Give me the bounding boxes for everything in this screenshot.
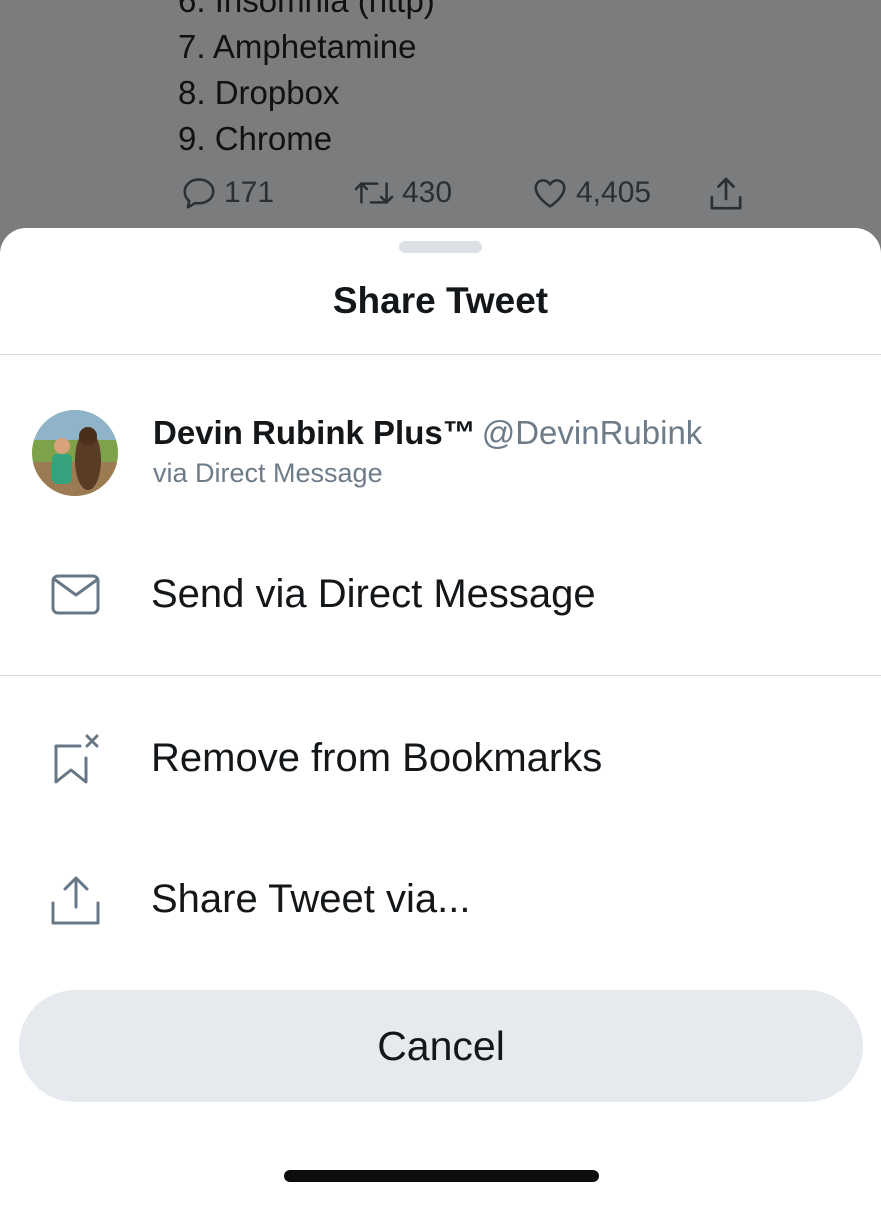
tweet-list-item: 6. Insomnia (http) — [178, 0, 435, 19]
retweet-button[interactable]: 430 — [352, 174, 452, 212]
reply-icon — [183, 178, 215, 209]
reply-button[interactable]: 171 — [180, 174, 274, 212]
share-icon — [710, 177, 742, 210]
send-via-dm-option[interactable]: Send via Direct Message — [0, 550, 881, 640]
tweet-list-item: 8. Dropbox — [178, 74, 340, 111]
like-button[interactable]: 4,405 — [530, 174, 651, 212]
cancel-button[interactable]: Cancel — [19, 990, 863, 1102]
tweet-actions: 171 430 4,405 — [0, 174, 881, 216]
avatar — [32, 410, 118, 496]
retweet-count: 430 — [402, 176, 453, 209]
reply-count: 171 — [224, 176, 275, 209]
contact-subtitle: via Direct Message — [153, 458, 383, 488]
contact-handle: @DevinRubink — [481, 414, 703, 451]
heart-icon — [534, 179, 566, 208]
like-count: 4,405 — [576, 176, 652, 209]
remove-bookmark-option[interactable]: Remove from Bookmarks — [0, 714, 881, 804]
divider — [0, 354, 881, 355]
sheet-grabber[interactable] — [399, 241, 482, 253]
share-via-option[interactable]: Share Tweet via... — [0, 855, 881, 945]
tweet-list-item: 7. Amphetamine — [178, 28, 417, 65]
tweet-backdrop: 6. Insomnia (http) 7. Amphetamine 8. Dro… — [0, 0, 881, 260]
share-sheet: Share Tweet Devin Rubink Plus™ @DevinRubi… — [0, 228, 881, 1208]
envelope-icon — [51, 574, 100, 615]
contact-display-name: Devin Rubink Plus™ — [153, 414, 476, 451]
option-label: Share Tweet via... — [151, 877, 471, 921]
divider — [0, 675, 881, 676]
option-label: Remove from Bookmarks — [151, 736, 603, 780]
share-icon — [51, 876, 100, 925]
tweet-share-button[interactable] — [706, 174, 746, 214]
contact-name-line: Devin Rubink Plus™ @DevinRubink — [153, 414, 702, 452]
retweet-icon — [354, 182, 394, 204]
dm-contact-suggestion[interactable]: Devin Rubink Plus™ @DevinRubink via Direc… — [32, 410, 852, 500]
tweet-list-item: 9. Chrome — [178, 120, 333, 157]
bookmark-remove-icon — [54, 734, 99, 784]
option-label: Send via Direct Message — [151, 572, 596, 616]
home-indicator[interactable] — [284, 1170, 599, 1182]
sheet-title: Share Tweet — [332, 280, 549, 321]
tweet-text: 6. Insomnia (http) 7. Amphetamine 8. Dro… — [178, 0, 435, 162]
